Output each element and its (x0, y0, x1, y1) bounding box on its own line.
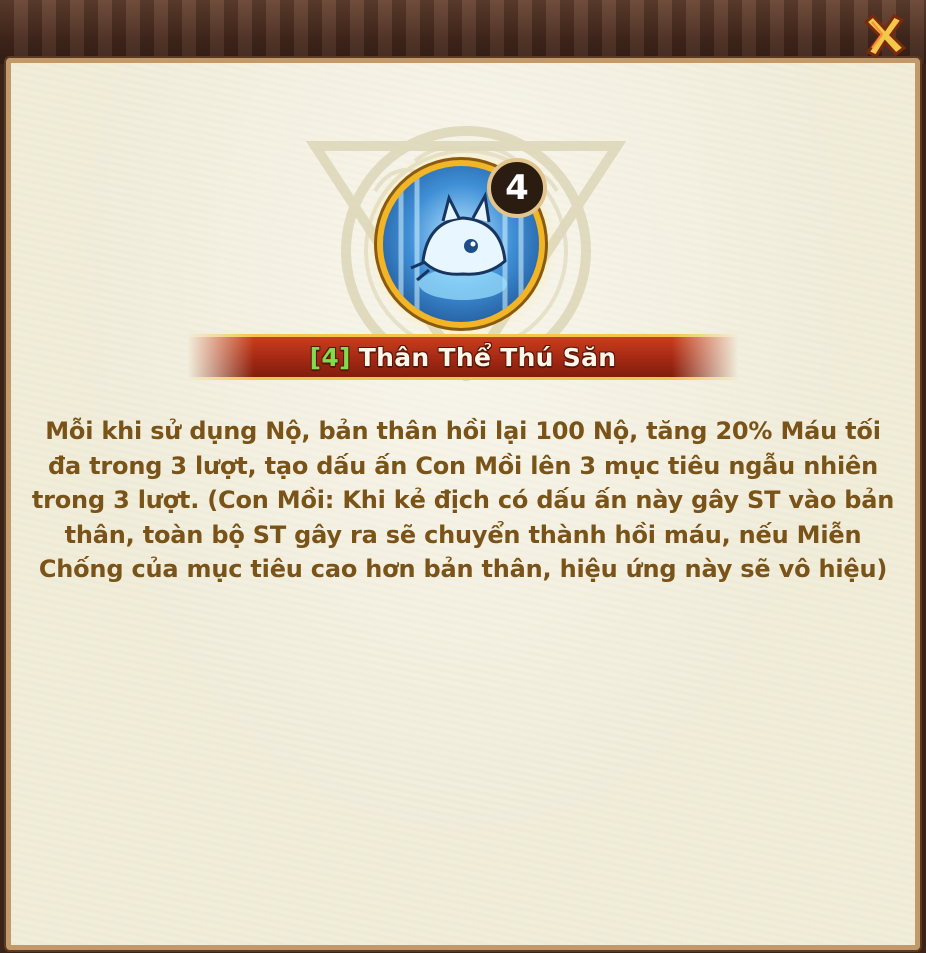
skill-title-name: Thân Thể Thú Săn (358, 342, 617, 372)
skill-description: Mỗi khi sử dụng Nộ, bản thân hồi lại 100… (31, 417, 895, 583)
skill-title-level: [4] (309, 342, 351, 372)
skill-title: [4] Thân Thể Thú Săn (188, 332, 738, 382)
close-icon[interactable] (858, 10, 910, 62)
window-header-bar (0, 0, 926, 64)
skill-level-badge: 4 (487, 158, 547, 218)
